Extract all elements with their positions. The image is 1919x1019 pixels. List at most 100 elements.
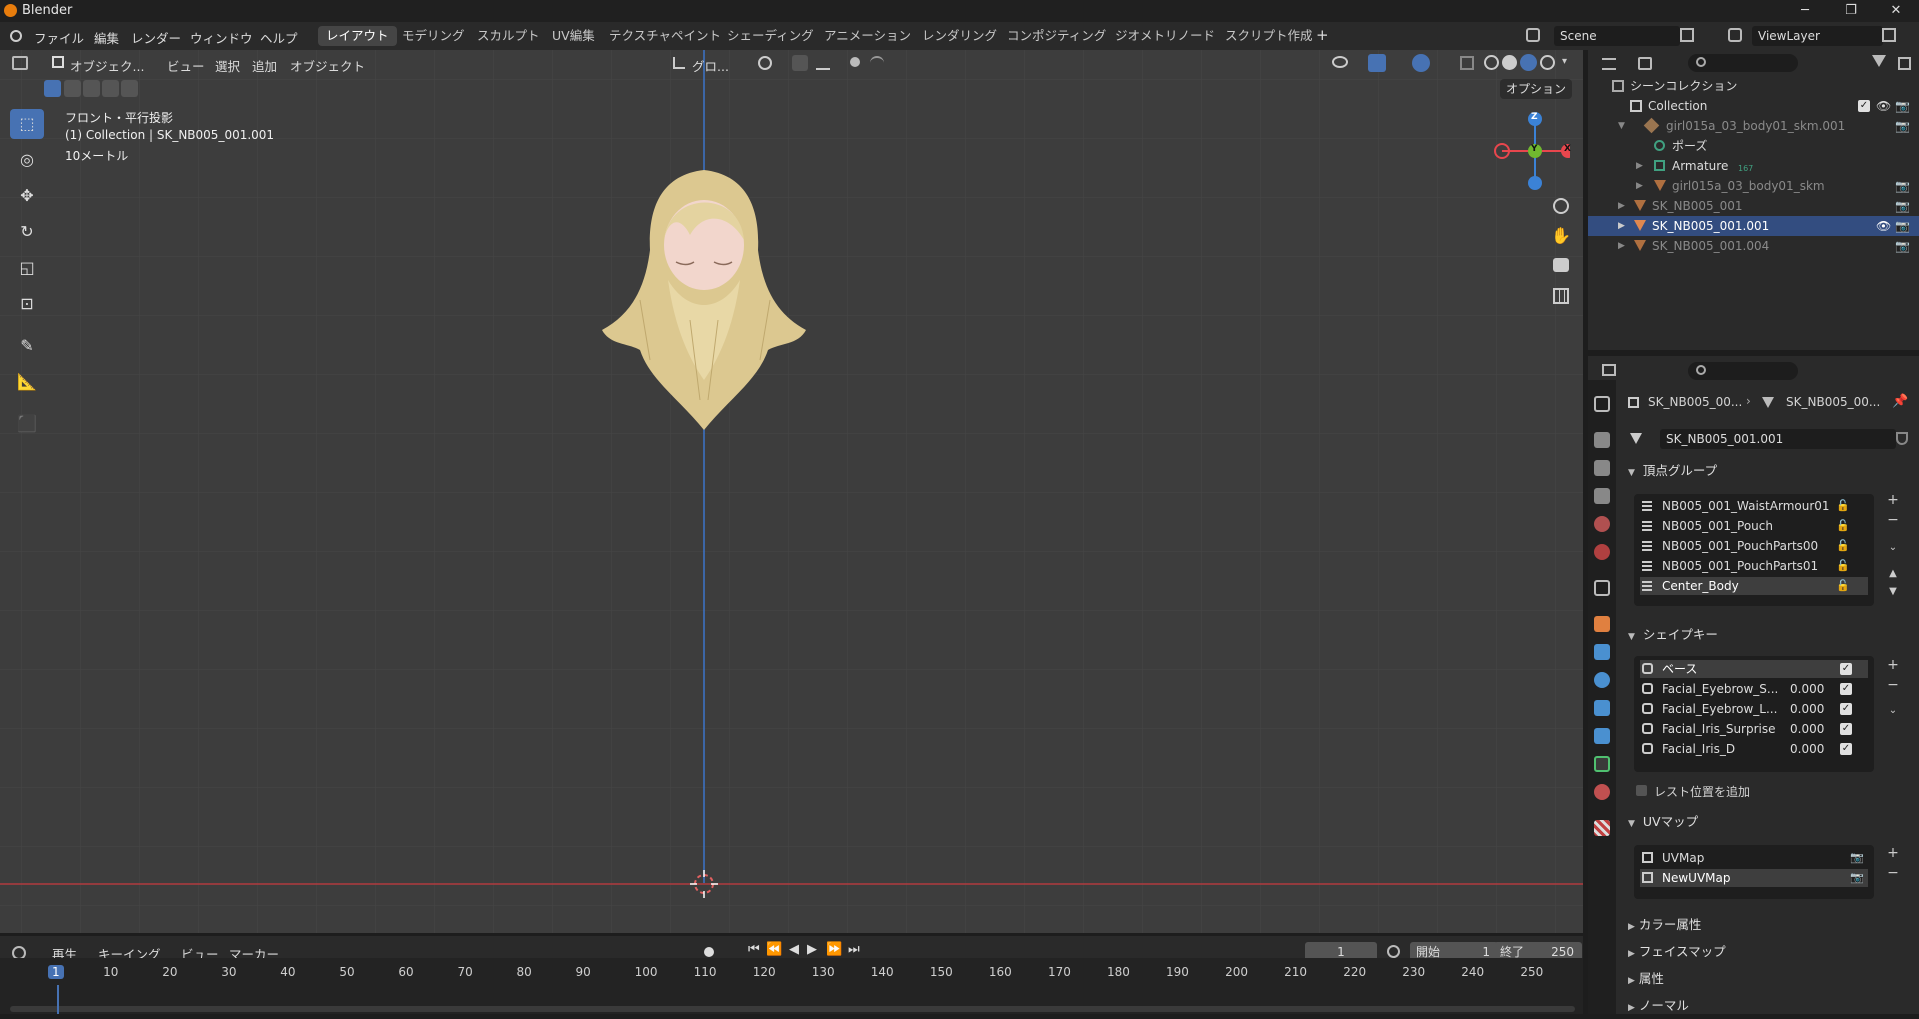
scene-icon[interactable] xyxy=(1526,28,1540,42)
outliner-editor-icon[interactable] xyxy=(1602,58,1616,70)
vertex-groups-panel-header[interactable]: ▼ 頂点グループ xyxy=(1628,460,1914,482)
navigation-gizmo[interactable]: Z Y X xyxy=(1490,108,1575,192)
3d-viewport[interactable] xyxy=(0,50,1583,933)
list-item[interactable]: NB005_001_WaistArmour01 🔓 xyxy=(1640,497,1868,515)
constraints-tab-icon[interactable] xyxy=(1594,728,1610,744)
camera-render-icon[interactable]: 📷 xyxy=(1895,196,1910,216)
particles-tab-icon[interactable] xyxy=(1594,672,1610,688)
display-mode-icon[interactable] xyxy=(1638,57,1652,70)
viewport-menu-object[interactable]: オブジェクト xyxy=(290,56,365,75)
expand-chevron-icon[interactable]: ▶ xyxy=(1618,196,1625,216)
gizmo-toggle-icon[interactable] xyxy=(1368,54,1386,72)
transform-tool[interactable]: ⊡ xyxy=(10,289,44,319)
maximize-button[interactable]: ❐ xyxy=(1828,0,1874,22)
list-item[interactable]: NB005_001_PouchParts00 🔓 xyxy=(1640,537,1868,555)
visibility-icon[interactable] xyxy=(1332,56,1348,68)
jump-start-icon[interactable]: ⏮ xyxy=(748,942,760,957)
lock-icon[interactable]: 🔓 xyxy=(1836,497,1850,515)
play-icon[interactable]: ▶ xyxy=(807,942,817,957)
collection-tab-icon[interactable] xyxy=(1594,580,1610,596)
snap-target-icon[interactable] xyxy=(816,56,830,70)
tab-animation[interactable]: アニメーション xyxy=(816,26,919,46)
shape-key-value[interactable]: 0.000 xyxy=(1790,740,1824,758)
play-reverse-icon[interactable]: ◀ xyxy=(789,942,799,957)
scale-tool[interactable]: ◱ xyxy=(10,253,44,283)
rest-position-checkbox[interactable] xyxy=(1636,785,1647,796)
mode-dropdown[interactable]: オブジェク... xyxy=(70,56,144,75)
list-item[interactable]: UVMap 📷 xyxy=(1640,849,1868,867)
menu-edit[interactable]: 編集 xyxy=(94,28,119,47)
ruler-current-frame[interactable]: 1 xyxy=(48,965,64,979)
view-layer-icon[interactable] xyxy=(1728,28,1742,42)
proportional-edit-icon[interactable] xyxy=(850,57,860,67)
xray-icon[interactable] xyxy=(1460,56,1474,70)
viewport-menu-add[interactable]: 追加 xyxy=(252,56,277,75)
annotate-tool[interactable]: ✎ xyxy=(10,331,44,361)
shape-key-specials-chevron-icon[interactable]: ⌄ xyxy=(1883,702,1903,720)
view-layer-tab-icon[interactable] xyxy=(1594,488,1610,504)
hand-pan-icon[interactable]: ✋ xyxy=(1551,226,1571,245)
shape-keys-panel-header[interactable]: ▼ シェイプキー xyxy=(1628,624,1914,646)
select-intersect-icon[interactable] xyxy=(121,80,138,97)
outliner-row[interactable]: ポーズ xyxy=(1588,136,1919,156)
outliner-search-input[interactable] xyxy=(1688,54,1798,72)
texture-tab-icon[interactable] xyxy=(1594,820,1610,836)
menu-file[interactable]: ファイル xyxy=(34,28,84,47)
measure-tool[interactable]: 📐 xyxy=(10,367,44,397)
tab-texture-paint[interactable]: テクスチャペイント xyxy=(601,26,729,46)
orientation-dropdown[interactable]: グロ... xyxy=(692,56,729,75)
list-item-active[interactable]: NewUVMap 📷 xyxy=(1640,869,1868,887)
fake-user-shield-icon[interactable] xyxy=(1896,432,1908,445)
overlay-toggle-icon[interactable] xyxy=(1412,54,1430,72)
outliner-row-selected[interactable]: ▶ SK_NB005_001.001 👁 📷 xyxy=(1588,216,1919,236)
add-cube-tool[interactable]: ⬛ xyxy=(10,409,44,439)
expand-chevron-icon[interactable]: ▶ xyxy=(1618,236,1625,256)
select-new-icon[interactable] xyxy=(44,80,61,97)
list-item[interactable]: NB005_001_Pouch 🔓 xyxy=(1640,517,1868,535)
mesh-name-field[interactable]: SK_NB005_001.001 xyxy=(1660,429,1896,449)
add-uv-map-button[interactable]: + xyxy=(1883,844,1903,862)
lock-icon[interactable]: 🔓 xyxy=(1836,577,1850,595)
tab-modeling[interactable]: モデリング xyxy=(394,26,473,46)
eye-icon[interactable]: 👁 xyxy=(1876,96,1891,116)
rest-position-option[interactable]: レスト位置を追加 xyxy=(1634,782,1874,800)
camera-render-icon[interactable]: 📷 xyxy=(1895,236,1910,256)
camera-render-icon[interactable]: 📷 xyxy=(1895,176,1910,196)
menu-help[interactable]: ヘルプ xyxy=(260,28,298,47)
shape-key-mute-checkbox[interactable]: ✓ xyxy=(1840,683,1852,695)
blender-menu-icon[interactable] xyxy=(10,30,22,42)
new-view-layer-icon[interactable] xyxy=(1882,28,1896,42)
shape-key-mute-checkbox[interactable]: ✓ xyxy=(1840,663,1852,675)
properties-search-input[interactable] xyxy=(1688,362,1798,380)
list-item-active[interactable]: ベース ✓ xyxy=(1640,660,1868,678)
list-item[interactable]: NB005_001_PouchParts01 🔓 xyxy=(1640,557,1868,575)
shape-key-value[interactable]: 0.000 xyxy=(1790,680,1824,698)
minimize-button[interactable]: ─ xyxy=(1782,0,1828,22)
viewport-options-button[interactable]: オプション xyxy=(1500,79,1573,99)
pivot-icon[interactable] xyxy=(758,56,772,70)
scene-name-field[interactable]: Scene xyxy=(1554,26,1680,46)
filter-icon[interactable] xyxy=(1872,55,1886,67)
material-tab-icon[interactable] xyxy=(1594,784,1610,800)
tab-geometry-nodes[interactable]: ジオメトリノード xyxy=(1107,26,1223,46)
expand-chevron-icon[interactable]: ▼ xyxy=(1618,116,1625,136)
jump-end-icon[interactable]: ⏭ xyxy=(848,942,860,957)
camera-view-icon[interactable] xyxy=(1553,258,1569,272)
lock-icon[interactable]: 🔓 xyxy=(1836,557,1850,575)
expand-chevron-icon[interactable]: ▶ xyxy=(1636,176,1643,196)
menu-window[interactable]: ウィンドウ xyxy=(190,28,253,47)
material-shading-icon[interactable] xyxy=(1520,54,1537,71)
tab-layout[interactable]: レイアウト xyxy=(318,26,397,46)
shape-key-mute-checkbox[interactable]: ✓ xyxy=(1840,723,1852,735)
solid-shading-icon[interactable] xyxy=(1502,55,1517,70)
shading-options-chevron-icon[interactable]: ▾ xyxy=(1562,56,1567,67)
outliner-row[interactable]: ▶ SK_NB005_001.004 📷 xyxy=(1588,236,1919,256)
viewport-menu-view[interactable]: ビュー xyxy=(167,56,205,75)
camera-render-icon[interactable]: 📷 xyxy=(1895,116,1910,136)
record-icon[interactable] xyxy=(704,947,714,957)
close-button[interactable]: ✕ xyxy=(1873,0,1919,22)
attributes-panel-header[interactable]: ▶ 属性 xyxy=(1628,968,1914,990)
move-up-icon[interactable]: ▲ xyxy=(1883,565,1903,583)
timeline-scrollbar[interactable] xyxy=(10,1006,1575,1012)
expand-chevron-icon[interactable]: ▶ xyxy=(1618,216,1625,236)
